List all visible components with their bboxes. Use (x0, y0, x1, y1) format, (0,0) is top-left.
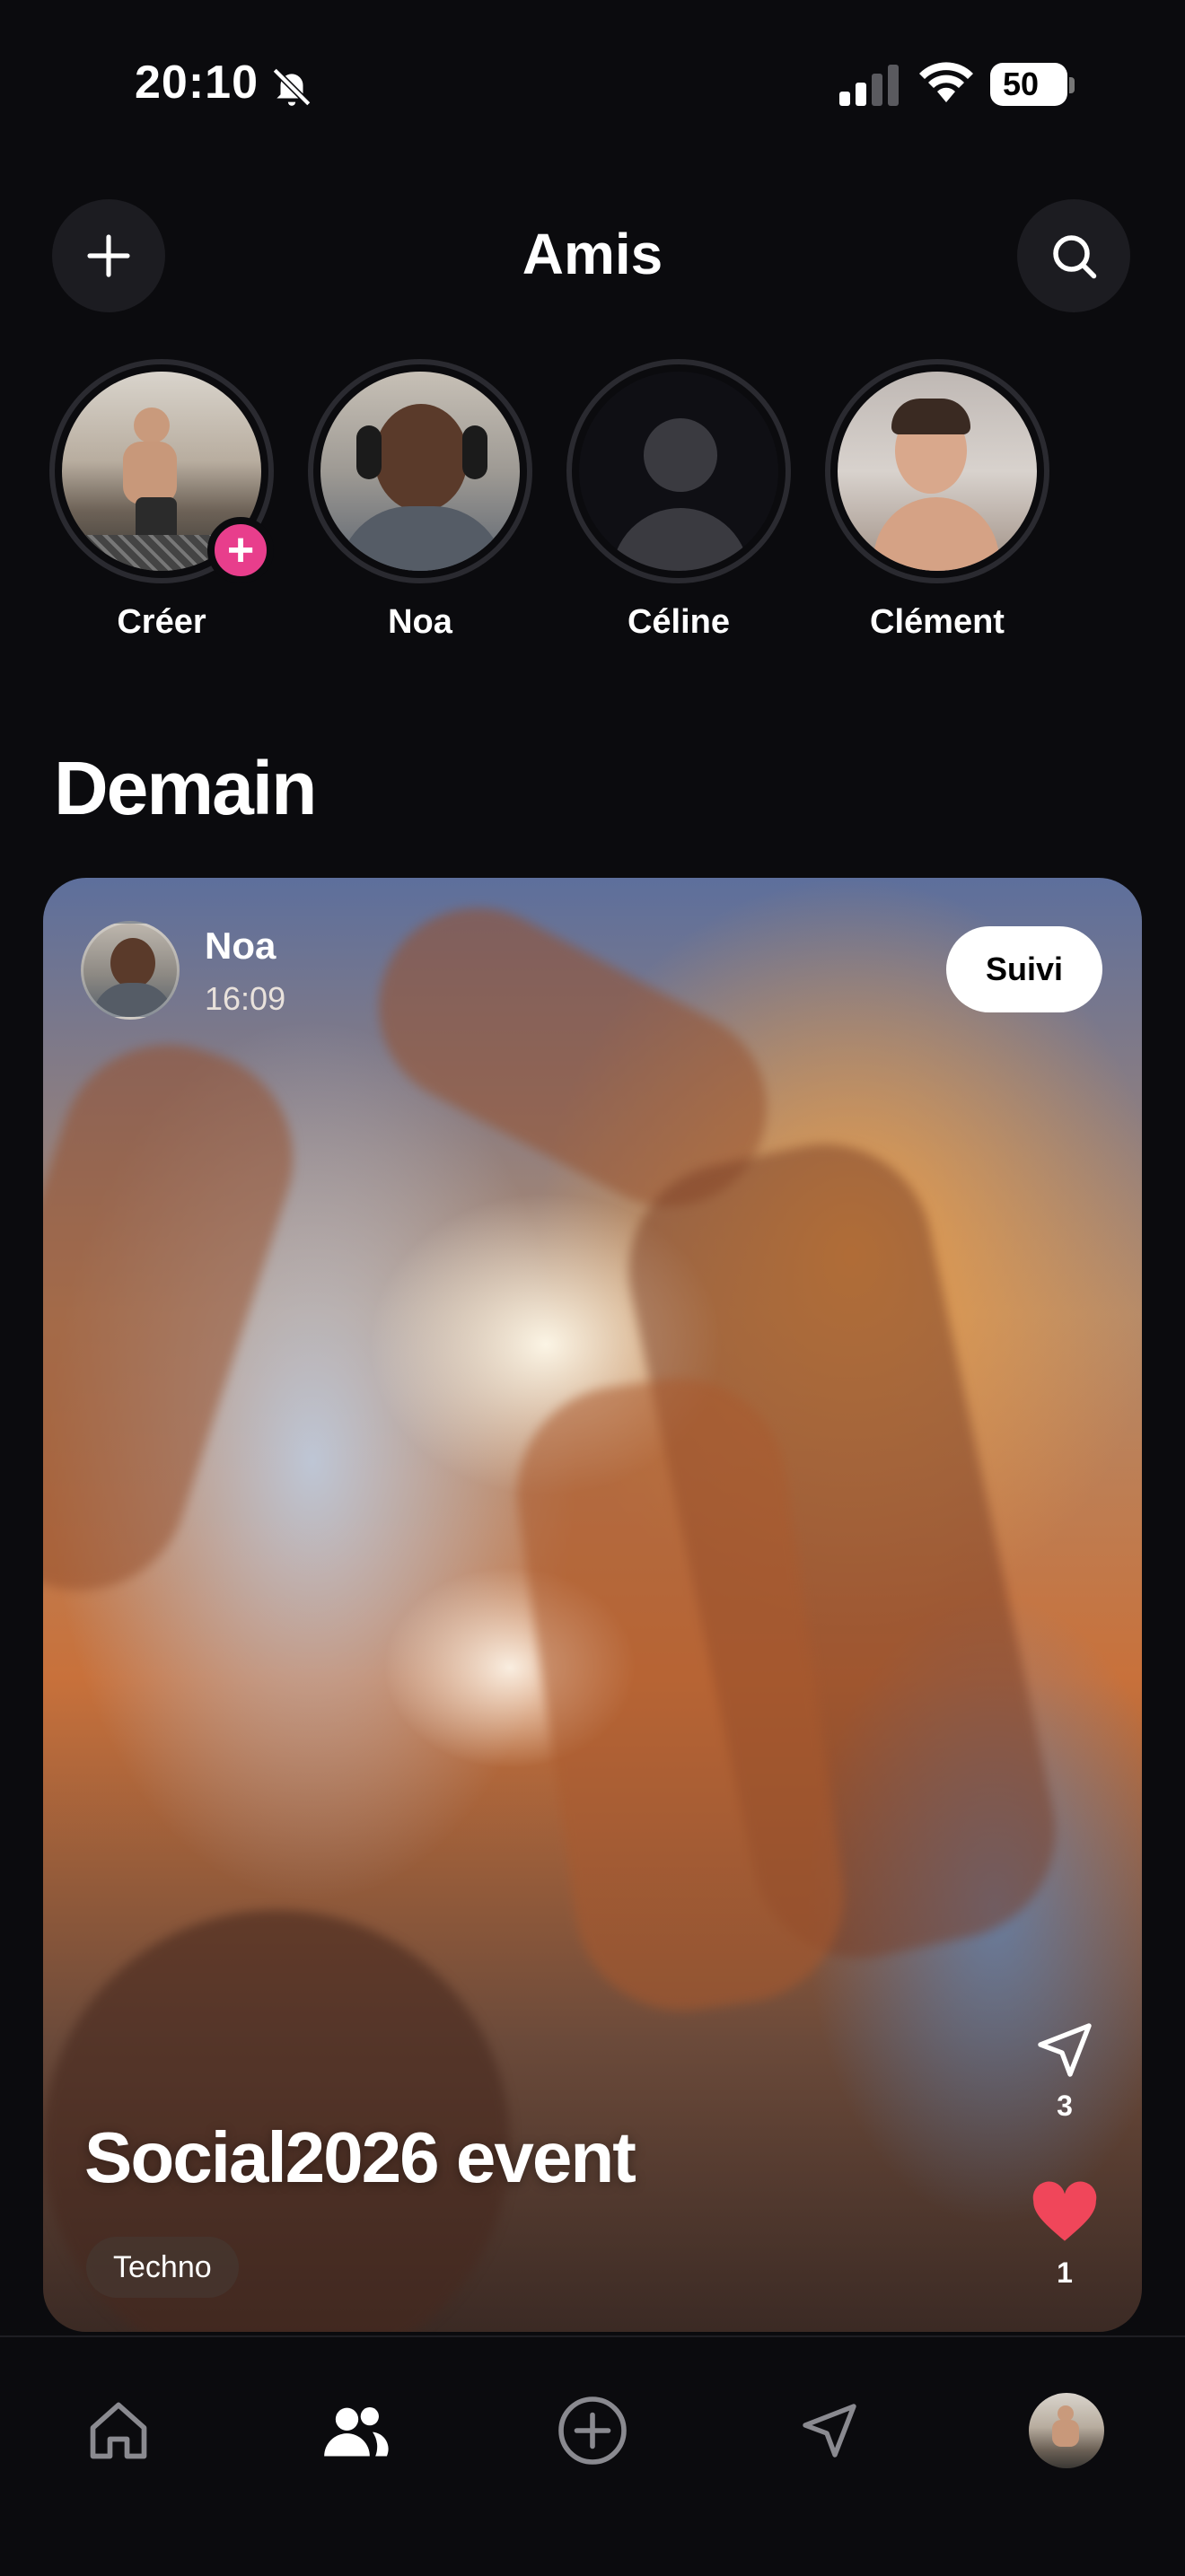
nav-home[interactable] (75, 2388, 162, 2474)
story-label: Créer (117, 603, 206, 641)
search-icon (1053, 235, 1097, 279)
story-label: Céline (627, 603, 731, 641)
nav-profile[interactable] (1023, 2388, 1110, 2474)
event-title: Social2026 event (84, 2117, 636, 2197)
like-count: 1 (1057, 2256, 1073, 2289)
event-card[interactable]: Noa 16:09 Suivi Social2026 event Techno … (43, 878, 1142, 2332)
profile-avatar (1029, 2393, 1104, 2468)
follow-button[interactable]: Suivi (946, 926, 1102, 1012)
bell-slash-icon (272, 67, 312, 107)
nav-messages[interactable] (786, 2388, 873, 2474)
battery-level: 50 (990, 63, 1067, 106)
author-avatar[interactable] (81, 921, 180, 1020)
home-icon (90, 2402, 147, 2459)
section-title: Demain (54, 746, 317, 830)
search-button[interactable] (1017, 199, 1130, 312)
story-label: Clément (870, 603, 1005, 641)
send-icon (803, 2404, 856, 2458)
send-icon[interactable] (1032, 2018, 1097, 2082)
heart-icon[interactable] (1031, 2181, 1099, 2244)
friends-icon (324, 2407, 389, 2457)
post-time: 16:09 (205, 980, 286, 1017)
battery-icon: 50 (990, 63, 1076, 108)
story-create[interactable]: + Créer (49, 359, 274, 642)
page-title: Amis (522, 222, 663, 286)
story-celine[interactable]: Céline (566, 359, 791, 642)
add-story-badge[interactable]: + (207, 517, 274, 583)
category-tag[interactable]: Techno (86, 2237, 239, 2298)
avatar (320, 372, 520, 571)
bottom-nav (0, 2335, 1185, 2576)
wifi-icon (919, 62, 973, 102)
story-clement[interactable]: Clément (825, 359, 1049, 642)
story-noa[interactable]: Noa (308, 359, 532, 642)
share-count: 3 (1057, 2090, 1073, 2122)
story-label: Noa (388, 603, 452, 641)
cellular-signal-icon (839, 65, 899, 106)
author-name[interactable]: Noa (205, 924, 276, 968)
nav-create[interactable] (549, 2388, 636, 2474)
default-avatar-icon (579, 372, 778, 571)
nav-friends[interactable] (312, 2388, 399, 2474)
status-time: 20:10 (135, 57, 259, 109)
avatar (838, 372, 1037, 571)
create-icon (558, 2396, 627, 2465)
